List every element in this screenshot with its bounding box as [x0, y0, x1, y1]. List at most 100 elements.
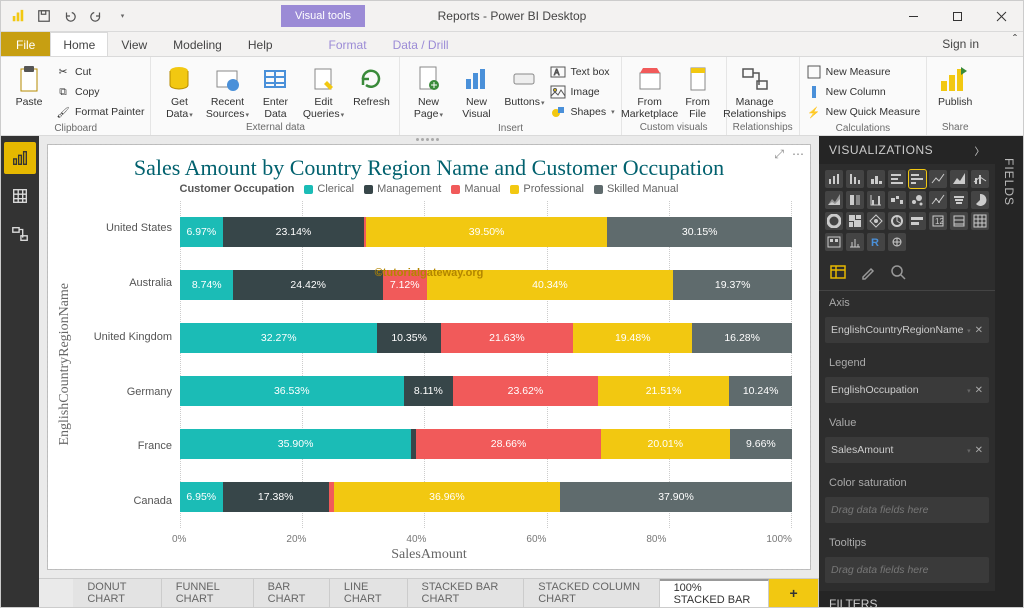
bar-segment[interactable]: 10.24% — [729, 376, 792, 406]
bar-row[interactable]: 32.27%10.35%21.63%19.48%16.28% — [180, 323, 792, 353]
paste-button[interactable]: Paste — [7, 59, 51, 109]
viz-type-button[interactable] — [950, 212, 968, 230]
bar-segment[interactable]: 8.11% — [404, 376, 454, 406]
text-box-button[interactable]: AText box — [550, 63, 614, 81]
bar-segment[interactable]: 40.34% — [427, 270, 674, 300]
close-button[interactable] — [979, 1, 1023, 31]
get-data-button[interactable]: Get Data▾ — [157, 59, 201, 120]
legend-well[interactable]: EnglishOccupation▾✕ — [825, 377, 989, 403]
from-file-button[interactable]: From File — [676, 59, 720, 120]
visual-drag-handle[interactable] — [416, 138, 442, 144]
buttons-button[interactable]: Buttons▾ — [502, 59, 546, 109]
visualizations-header[interactable]: VISUALIZATIONS〉 — [819, 136, 995, 164]
viz-type-button[interactable] — [888, 233, 906, 251]
data-view-button[interactable] — [4, 180, 36, 212]
save-icon[interactable] — [33, 5, 55, 27]
bar-segment[interactable]: 32.27% — [180, 323, 377, 353]
viz-type-button[interactable] — [846, 212, 864, 230]
legend-item[interactable]: Manual — [451, 183, 500, 195]
fields-tab-icon[interactable] — [829, 263, 847, 284]
maximize-button[interactable] — [935, 1, 979, 31]
viz-type-button[interactable] — [888, 170, 906, 188]
bar-segment[interactable]: 8.74% — [180, 270, 233, 300]
new-column-button[interactable]: New Column — [806, 83, 921, 101]
viz-type-button[interactable] — [825, 170, 843, 188]
viz-type-button[interactable] — [846, 191, 864, 209]
tab-format[interactable]: Format — [316, 32, 380, 56]
sign-in-link[interactable]: Sign in — [942, 32, 1023, 56]
tab-file[interactable]: File — [1, 32, 50, 56]
page-tab[interactable]: LINE CHART — [330, 579, 408, 607]
image-button[interactable]: Image — [550, 83, 614, 101]
bar-row[interactable]: 8.74%24.42%7.12%40.34%19.37% — [180, 270, 792, 300]
new-page-button[interactable]: New Page▾ — [406, 59, 450, 120]
bar-segment[interactable]: 19.37% — [673, 270, 792, 300]
legend-item[interactable]: Management — [364, 183, 441, 195]
bar-segment[interactable]: 39.50% — [366, 217, 608, 247]
bar-row[interactable]: 36.53%8.11%23.62%21.51%10.24% — [180, 376, 792, 406]
tab-modeling[interactable]: Modeling — [160, 32, 235, 56]
page-tab[interactable]: DONUT CHART — [73, 579, 161, 607]
redo-icon[interactable] — [85, 5, 107, 27]
undo-icon[interactable] — [59, 5, 81, 27]
legend-item[interactable]: Professional — [510, 183, 584, 195]
cut-button[interactable]: ✂Cut — [55, 63, 144, 81]
bar-segment[interactable]: 7.12% — [383, 270, 427, 300]
publish-button[interactable]: Publish — [933, 59, 977, 109]
bar-row[interactable]: 6.95%17.38%36.96%37.90% — [180, 482, 792, 512]
page-tab[interactable]: STACKED COLUMN CHART — [524, 579, 659, 607]
remove-icon[interactable]: ✕ — [975, 385, 983, 396]
tab-help[interactable]: Help — [235, 32, 286, 56]
new-measure-button[interactable]: New Measure — [806, 63, 921, 81]
viz-type-button[interactable] — [971, 191, 989, 209]
manage-relationships-button[interactable]: Manage Relationships — [733, 59, 777, 120]
viz-type-button[interactable] — [909, 212, 927, 230]
bar-segment[interactable]: 24.42% — [233, 270, 382, 300]
analytics-tab-icon[interactable] — [889, 263, 907, 284]
shapes-button[interactable]: Shapes▾ — [550, 103, 614, 121]
bar-segment[interactable]: 30.15% — [607, 217, 792, 247]
viz-type-button[interactable] — [867, 170, 885, 188]
bar-segment[interactable]: 6.95% — [180, 482, 223, 512]
remove-icon[interactable]: ✕ — [975, 325, 983, 336]
viz-type-button[interactable] — [929, 191, 947, 209]
bar-segment[interactable]: 28.66% — [416, 429, 601, 459]
remove-icon[interactable]: ✕ — [975, 445, 983, 456]
format-tab-icon[interactable] — [859, 263, 877, 284]
viz-type-button[interactable] — [846, 170, 864, 188]
bar-segment[interactable]: 35.90% — [180, 429, 411, 459]
qat-more-icon[interactable]: ▾ — [111, 5, 133, 27]
tab-home[interactable]: Home — [50, 32, 108, 56]
copy-button[interactable]: ⧉Copy — [55, 83, 144, 101]
viz-type-button[interactable] — [950, 170, 968, 188]
viz-type-button[interactable]: R — [867, 233, 885, 251]
bar-segment[interactable]: 37.90% — [560, 482, 792, 512]
bar-segment[interactable]: 21.63% — [441, 323, 573, 353]
page-tab[interactable]: BAR CHART — [254, 579, 330, 607]
bar-segment[interactable]: 16.28% — [692, 323, 792, 353]
viz-type-button[interactable]: 12 — [929, 212, 947, 230]
bar-segment[interactable]: 9.66% — [730, 429, 792, 459]
legend-item[interactable]: Clerical — [304, 183, 354, 195]
bar-segment[interactable]: 6.97% — [180, 217, 223, 247]
tooltips-well[interactable]: Drag data fields here — [825, 557, 989, 583]
color-saturation-well[interactable]: Drag data fields here — [825, 497, 989, 523]
quick-measure-button[interactable]: ⚡New Quick Measure — [806, 103, 921, 121]
viz-type-button[interactable] — [971, 170, 989, 188]
focus-mode-icon[interactable]: ⤢ — [774, 147, 784, 162]
more-options-icon[interactable]: ⋯ — [792, 147, 804, 162]
bar-segment[interactable]: 36.96% — [334, 482, 560, 512]
refresh-button[interactable]: Refresh — [349, 59, 393, 109]
edit-queries-button[interactable]: Edit Queries▾ — [301, 59, 345, 120]
bar-segment[interactable]: 10.35% — [377, 323, 440, 353]
viz-type-button[interactable] — [825, 191, 843, 209]
value-well[interactable]: SalesAmount▾✕ — [825, 437, 989, 463]
format-painter-button[interactable]: 🖌Format Painter — [55, 103, 144, 121]
new-visual-button[interactable]: New Visual — [454, 59, 498, 120]
page-tab[interactable]: STACKED BAR CHART — [408, 579, 525, 607]
bar-segment[interactable]: 21.51% — [598, 376, 730, 406]
viz-type-button[interactable] — [909, 191, 927, 209]
report-canvas[interactable]: ⤢ ⋯ Sales Amount by Country Region Name … — [47, 144, 811, 570]
viz-type-button[interactable] — [888, 212, 906, 230]
viz-type-button[interactable] — [929, 170, 947, 188]
